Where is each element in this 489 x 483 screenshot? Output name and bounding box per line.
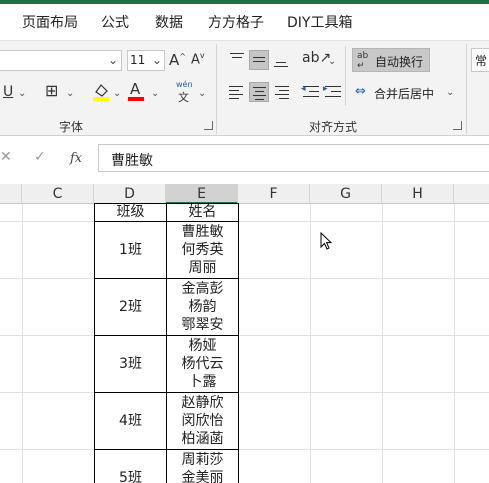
cancel-icon[interactable]: ✕ — [0, 149, 12, 165]
title-bar-strip — [0, 0, 489, 4]
chevron-down-icon: ⌄ — [107, 53, 118, 67]
formula-bar: ✕ ✓ fx 曹胜敏 — [0, 136, 489, 180]
name-line: 杨娅 — [188, 338, 217, 354]
font-size-dropdown[interactable]: 11 ⌄ — [127, 50, 165, 71]
name-line: 周莉莎 — [181, 452, 224, 468]
borders-icon[interactable]: ⊞ — [45, 81, 58, 100]
names-cell[interactable]: 杨娅 杨代云 卜露 — [166, 335, 239, 393]
group-divider — [216, 44, 217, 134]
column-header-e[interactable]: E — [166, 184, 238, 204]
font-group-label: 字体 — [59, 120, 84, 134]
column-header-b[interactable] — [0, 184, 22, 204]
alignment-dialog-launcher-icon[interactable] — [453, 121, 462, 130]
tab-diy-toolbox[interactable]: DIY工具箱 — [287, 12, 352, 32]
names-cell[interactable]: 周莉莎 金美丽 — [166, 449, 239, 483]
name-line: 赵静欣 — [181, 395, 224, 411]
decrease-indent-icon[interactable]: ◂ — [301, 82, 321, 102]
formula-content: 曹胜敏 — [111, 153, 153, 169]
font-color-icon[interactable]: A — [130, 80, 140, 98]
column-header-h[interactable]: H — [382, 184, 454, 204]
merge-center-button[interactable]: ⇔ 合并后居中 ⌄ — [352, 82, 462, 104]
name-line: 卜露 — [188, 374, 217, 390]
name-line: 金高彭 — [181, 281, 224, 297]
ribbon-tab-bar: 页面布局 公式 数据 方方格子 DIY工具箱 — [0, 0, 489, 40]
name-line: 鄂翠安 — [181, 317, 224, 333]
class-cell[interactable]: 3班 — [94, 335, 167, 393]
names-cell[interactable]: 赵静欣 闵欣怡 柏涵菡 — [166, 392, 239, 450]
align-top-icon[interactable] — [227, 50, 247, 70]
column-header-f[interactable]: F — [238, 184, 310, 204]
font-color-swatch — [128, 97, 144, 101]
wrap-text-button[interactable]: ab ↵ 自动换行 — [352, 48, 430, 72]
phonetic-guide-label: wén — [176, 80, 193, 89]
font-name-dropdown[interactable]: ⌄ — [0, 50, 122, 71]
name-line: 周丽 — [188, 260, 217, 276]
mouse-pointer-icon — [320, 232, 333, 250]
header-cell-name[interactable]: 姓名 — [166, 203, 239, 222]
wrap-text-icon: ab ↵ — [357, 51, 369, 71]
increase-font-size-icon[interactable]: A^ — [169, 51, 186, 69]
number-format-dropdown[interactable]: 常 — [471, 48, 489, 72]
name-line: 杨代云 — [181, 356, 224, 372]
header-cell-class[interactable]: 班级 — [94, 203, 167, 222]
column-header-i[interactable] — [454, 184, 489, 204]
name-line: 金美丽 — [181, 470, 224, 483]
font-dialog-launcher-icon[interactable] — [204, 121, 213, 130]
number-format-value: 常 — [475, 54, 488, 68]
class-cell[interactable]: 1班 — [94, 221, 167, 279]
group-divider — [345, 46, 346, 106]
chevron-down-icon[interactable]: ⌄ — [66, 88, 74, 99]
class-cell[interactable]: 5班 — [94, 449, 167, 483]
merge-center-icon: ⇔ — [355, 84, 366, 99]
name-line: 闵欣怡 — [181, 413, 224, 429]
names-cell[interactable]: 曹胜敏 何秀英 周丽 — [166, 221, 239, 279]
wrap-text-label: 自动换行 — [375, 55, 424, 69]
chevron-down-icon[interactable]: ⌄ — [446, 87, 454, 98]
column-header-d[interactable]: D — [94, 184, 166, 204]
column-header-c[interactable]: C — [22, 184, 94, 204]
tab-data[interactable]: 数据 — [155, 12, 183, 32]
chevron-down-icon: ⌄ — [151, 53, 162, 67]
align-center-icon[interactable] — [249, 82, 269, 102]
decrease-font-size-icon[interactable]: Av — [191, 51, 205, 67]
name-line: 曹胜敏 — [181, 224, 224, 240]
chevron-down-icon[interactable]: ⌄ — [198, 88, 206, 99]
underline-button[interactable]: U — [3, 84, 13, 100]
chevron-down-icon[interactable]: ⌄ — [328, 56, 336, 67]
class-cell[interactable]: 2班 — [94, 278, 167, 336]
tab-formulas[interactable]: 公式 — [101, 12, 129, 32]
font-size-value: 11 — [130, 53, 146, 67]
chevron-down-icon[interactable]: ⌄ — [113, 88, 121, 99]
insert-function-icon[interactable]: fx — [70, 151, 82, 166]
names-cell[interactable]: 金高彭 杨韵 鄂翠安 — [166, 278, 239, 336]
chevron-down-icon[interactable]: ⌄ — [18, 88, 26, 99]
class-cell[interactable]: 4班 — [94, 392, 167, 450]
column-header-g[interactable]: G — [310, 184, 382, 204]
fill-color-icon[interactable] — [92, 82, 110, 102]
text-orientation-icon[interactable]: ab↗ — [302, 50, 331, 66]
name-line: 杨韵 — [188, 299, 217, 315]
tab-page-layout[interactable]: 页面布局 — [22, 12, 78, 32]
increase-indent-icon[interactable]: ▸ — [323, 82, 343, 102]
chevron-down-icon[interactable]: ⌄ — [151, 88, 159, 99]
formula-input[interactable]: 曹胜敏 — [98, 144, 489, 172]
align-middle-icon[interactable] — [249, 50, 269, 70]
align-bottom-icon[interactable] — [271, 50, 291, 70]
name-line: 何秀英 — [181, 242, 224, 258]
group-divider — [466, 44, 467, 134]
align-left-icon[interactable] — [227, 82, 247, 102]
alignment-group-label: 对齐方式 — [309, 120, 358, 134]
name-line: 柏涵菡 — [181, 431, 224, 447]
align-right-icon[interactable] — [271, 82, 291, 102]
tab-fangfang-gezi[interactable]: 方方格子 — [208, 12, 264, 32]
merge-center-label: 合并后居中 — [374, 87, 435, 101]
phonetic-guide-icon[interactable]: 文 — [178, 89, 189, 105]
enter-icon[interactable]: ✓ — [34, 149, 46, 165]
